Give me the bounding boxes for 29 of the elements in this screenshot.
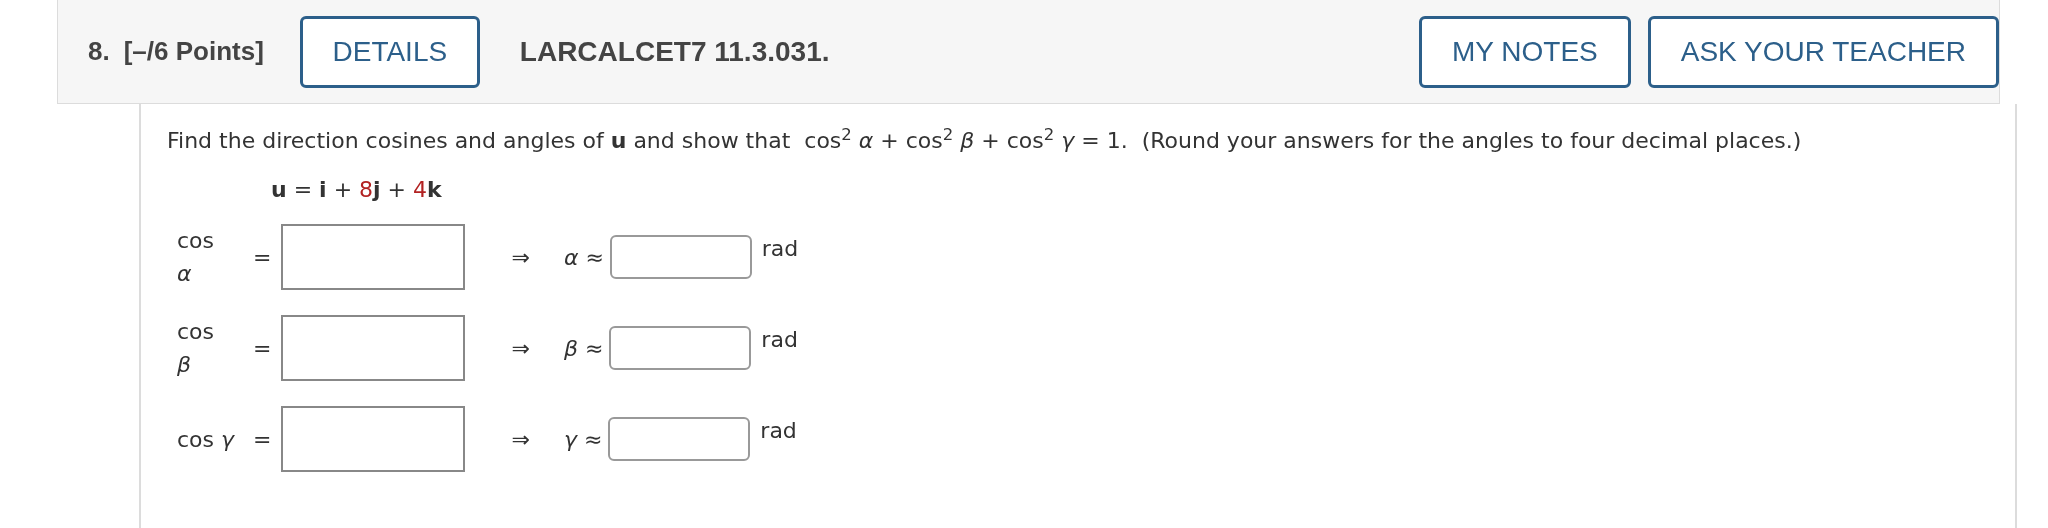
angle-label: γ ≈ bbox=[563, 425, 603, 454]
my-notes-button[interactable]: MY NOTES bbox=[1419, 15, 1631, 88]
details-button[interactable]: DETAILS bbox=[299, 15, 480, 88]
equals-sign: = bbox=[253, 334, 272, 363]
cosine-label: cos β bbox=[177, 318, 216, 379]
problem-id: LARCALCET7 11.3.031. bbox=[519, 34, 830, 69]
unit-label: rad bbox=[761, 235, 799, 263]
cosine-label: cos γ bbox=[177, 425, 235, 454]
cosine-input[interactable] bbox=[281, 315, 466, 381]
cosine-label: cos α bbox=[177, 227, 216, 288]
cosine-input[interactable] bbox=[281, 406, 466, 472]
implies-arrow: ⇒ bbox=[511, 334, 530, 363]
angle-input[interactable] bbox=[608, 417, 751, 461]
question-text: Find the direction cosines and angles of u and show that cos$^{2}$ α + cos$^{2}$ β + cos$^{2}$ γ = 1. (Round your answers for the angles to four decimal places.) bbox=[167, 124, 1803, 155]
angle-input[interactable] bbox=[609, 235, 752, 279]
vector-formula: u = i + 8j + 4k bbox=[271, 176, 442, 204]
unit-label: rad bbox=[760, 417, 797, 445]
question-number: 8. bbox=[88, 35, 110, 68]
implies-arrow: ⇒ bbox=[511, 425, 530, 454]
angle-label: β ≈ bbox=[563, 334, 604, 363]
equals-sign: = bbox=[253, 243, 272, 272]
unit-label: rad bbox=[761, 326, 798, 354]
angle-input[interactable] bbox=[609, 326, 752, 370]
implies-arrow: ⇒ bbox=[511, 243, 530, 272]
points-label: [–/6 Points] bbox=[123, 35, 264, 68]
cosine-input[interactable] bbox=[281, 224, 466, 290]
ask-teacher-button[interactable]: ASK YOUR TEACHER bbox=[1647, 15, 1999, 88]
equals-sign: = bbox=[253, 425, 272, 454]
angle-label: α ≈ bbox=[563, 243, 604, 272]
